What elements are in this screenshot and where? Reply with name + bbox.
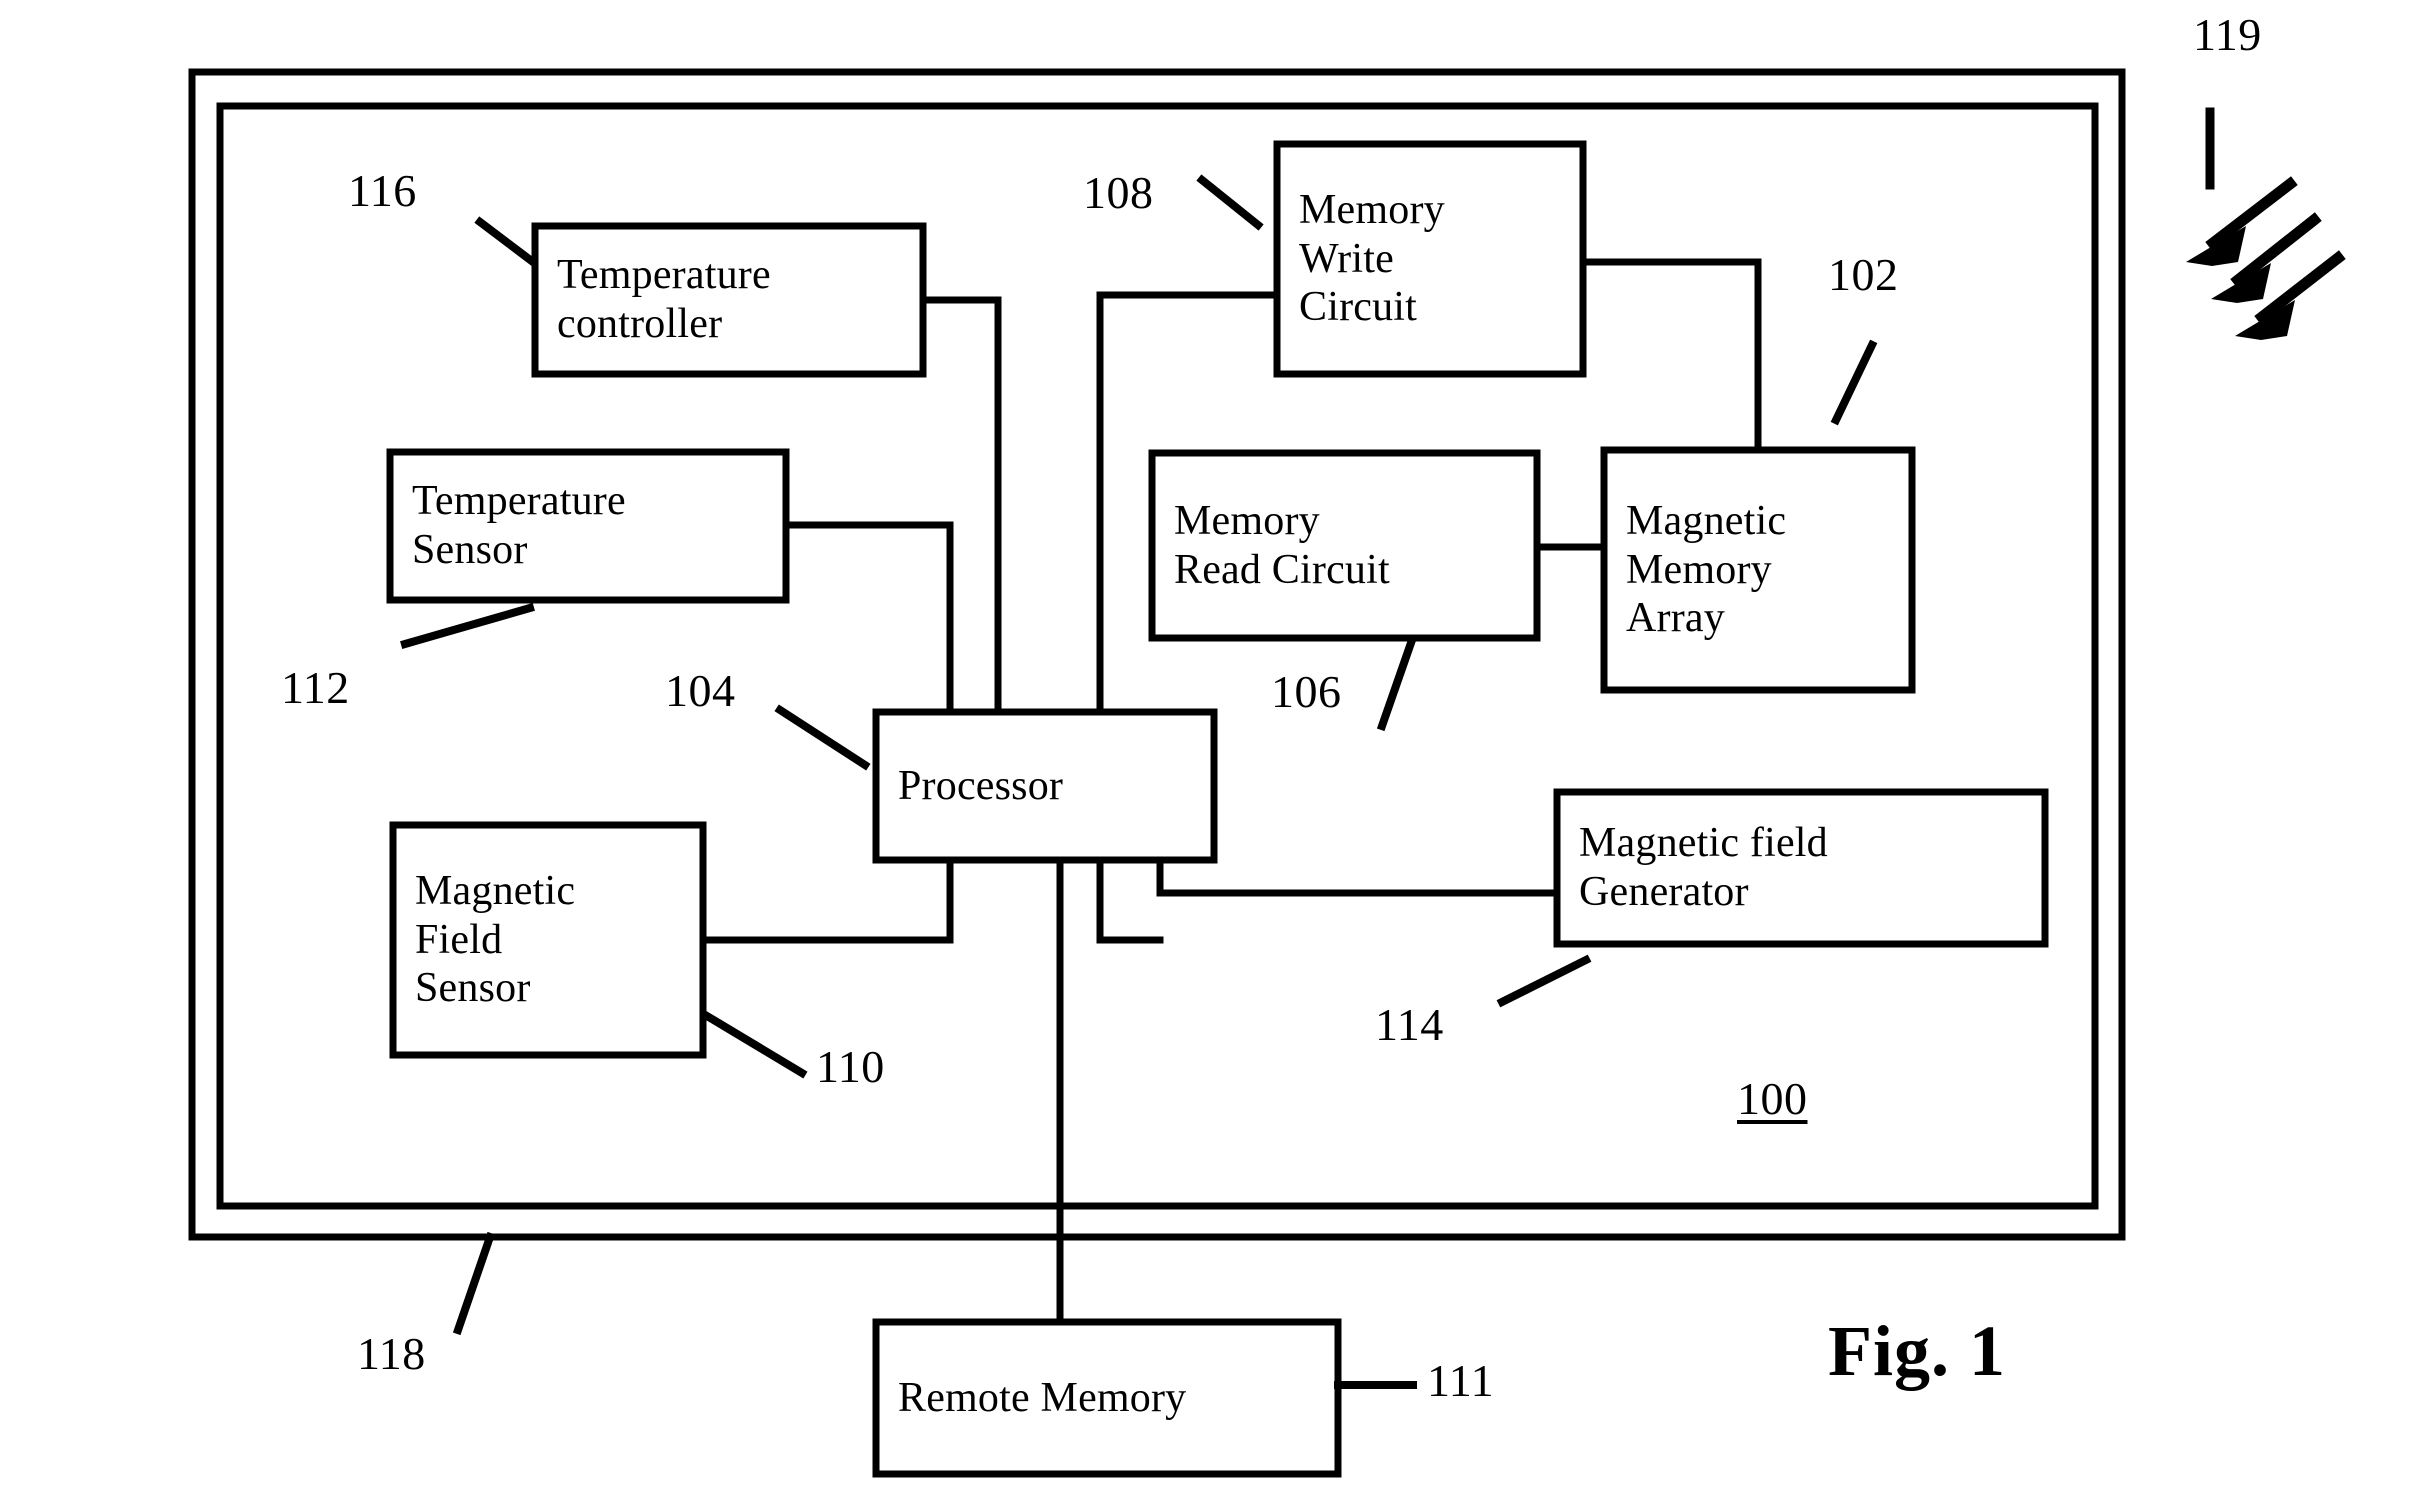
leader-114 [1496,954,1592,1008]
field-arrow-1 [2205,176,2298,251]
field-arrow-2 [2230,212,2322,288]
leader-118 [452,1231,496,1336]
connector-processor-magnetic-field-generator [1156,856,1561,897]
field-arrowhead-1 [2186,226,2246,266]
connector-memory-write-circuit-magnetic-memory-array [1579,258,1762,454]
field-arrow-3 [2254,250,2346,325]
box-magnetic-field-sensor [389,821,707,1059]
leader-112 [400,603,535,649]
inner-frame [216,102,2099,1210]
box-processor [872,708,1218,864]
reference-numeral-116: 116 [348,165,417,216]
leader-108 [1196,174,1264,231]
reference-numeral-118: 118 [357,1328,426,1379]
diagram-canvas [188,68,2346,1478]
reference-numeral-112: 112 [281,662,350,713]
reference-numeral-104: 104 [665,665,736,716]
box-memory-write-circuit [1273,140,1587,378]
box-temperature-sensor [386,448,790,604]
leader-102 [1830,339,1878,426]
box-magnetic-memory-array [1600,446,1916,694]
reference-numeral-111: 111 [1427,1355,1495,1406]
leader-110 [701,1010,808,1079]
field-arrowhead-2 [2211,263,2271,303]
leader-116 [474,216,539,268]
reference-numeral-119: 119 [2193,9,2262,60]
patent-figure: Temperature controller Memory Write Circ… [0,0,2424,1494]
connector-temperature-sensor-processor [782,521,954,716]
reference-numeral-102: 102 [1828,249,1899,300]
box-magnetic-field-generator [1553,788,2049,948]
connector-temperature-controller-processor [919,296,1002,716]
reference-numeral-110: 110 [816,1041,885,1092]
reference-numeral-100: 100 [1737,1073,1808,1124]
box-memory-read-circuit [1148,449,1541,642]
leader-104 [774,704,871,771]
connector-processor-memory-write-circuit [1096,291,1281,716]
figure-caption: Fig. 1 [1828,1311,2006,1391]
leader-106 [1376,634,1418,732]
reference-numeral-108: 108 [1083,167,1154,218]
reference-numeral-114: 114 [1375,999,1444,1050]
reference-numeral-106: 106 [1271,666,1342,717]
field-arrowhead-3 [2235,300,2295,340]
connector-processor-memory-read-circuit [1096,856,1164,944]
outer-frame [188,68,2126,1241]
connector-magnetic-field-sensor-processor [699,856,954,944]
box-temperature-controller [531,222,927,378]
box-remote-memory [872,1318,1342,1478]
